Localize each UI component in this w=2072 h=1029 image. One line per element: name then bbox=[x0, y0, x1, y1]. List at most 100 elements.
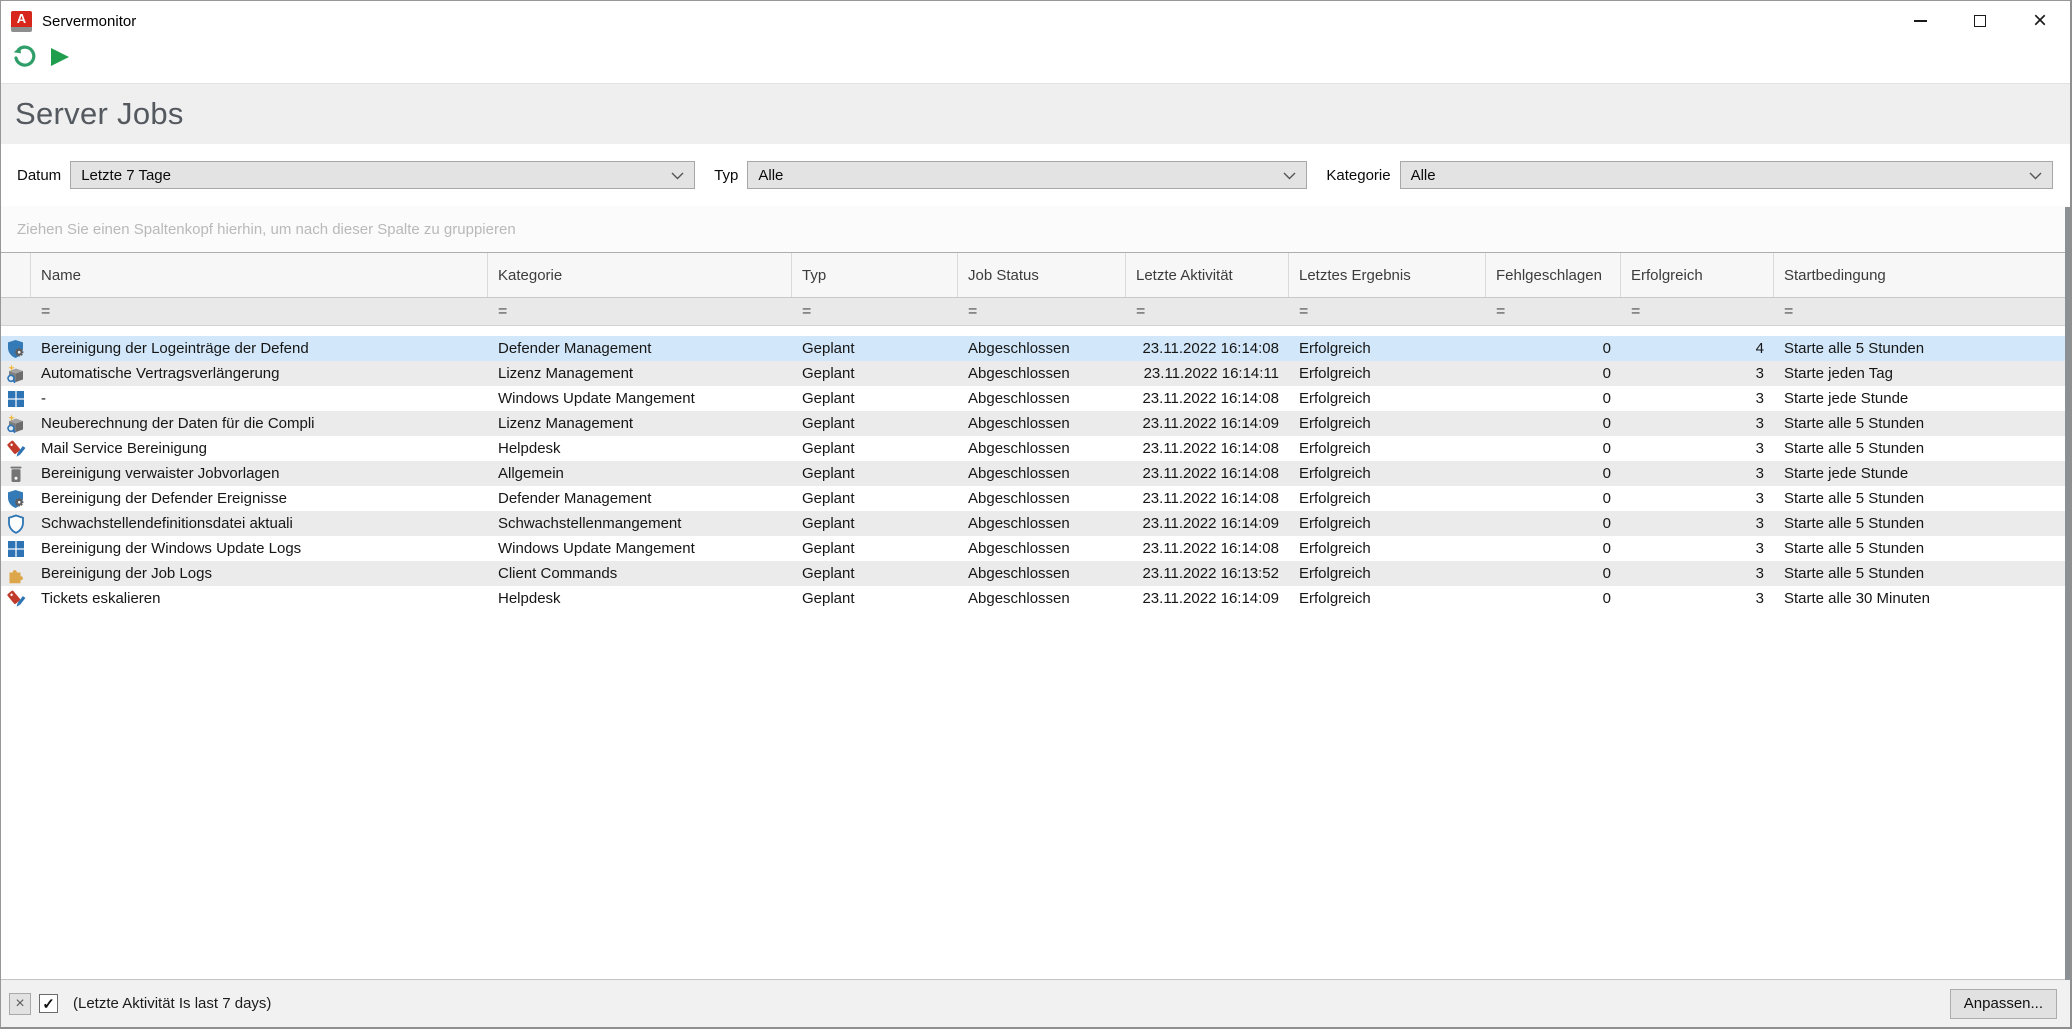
shield-gear-icon bbox=[6, 489, 26, 509]
filter-equals-icon[interactable]: = bbox=[1631, 303, 1640, 321]
filter-equals-icon[interactable]: = bbox=[802, 303, 811, 321]
cell-startbedingung: Starte alle 5 Stunden bbox=[1774, 561, 2067, 586]
cell-letzte_aktivitaet: 23.11.2022 16:14:08 bbox=[1126, 461, 1289, 486]
remove-filter-button[interactable]: × bbox=[9, 993, 31, 1015]
filter-equals-icon[interactable]: = bbox=[41, 303, 50, 321]
filter-cell-startbedingung[interactable]: = bbox=[1774, 298, 2067, 325]
cell-startbedingung: Starte alle 5 Stunden bbox=[1774, 536, 2067, 561]
vertical-scrollbar[interactable] bbox=[2065, 207, 2070, 980]
filter-bar: Datum Letzte 7 Tage Typ Alle Kategorie A… bbox=[1, 144, 2070, 206]
cell-letztes_ergebnis: Erfolgreich bbox=[1289, 486, 1486, 511]
cell-letztes_ergebnis: Erfolgreich bbox=[1289, 336, 1486, 361]
cell-kategorie: Lizenz Management bbox=[488, 361, 792, 386]
table-row[interactable]: Bereinigung der Windows Update LogsWindo… bbox=[1, 536, 2067, 561]
group-by-bar[interactable]: Ziehen Sie einen Spaltenkopf hierhin, um… bbox=[1, 206, 2070, 253]
kategorie-select[interactable]: Alle bbox=[1400, 161, 2053, 189]
kategorie-select-value: Alle bbox=[1411, 167, 1436, 184]
cell-fehlgeschlagen: 0 bbox=[1486, 436, 1621, 461]
table-row[interactable]: Bereinigung verwaister JobvorlagenAllgem… bbox=[1, 461, 2067, 486]
table-header-row: NameKategorieTypJob StatusLetzte Aktivit… bbox=[1, 253, 2067, 298]
column-header-letztes_ergebnis[interactable]: Letztes Ergebnis bbox=[1289, 253, 1486, 297]
cell-fehlgeschlagen: 0 bbox=[1486, 536, 1621, 561]
maximize-button[interactable] bbox=[1950, 1, 2010, 41]
cell-kategorie: Windows Update Mangement bbox=[488, 386, 792, 411]
cell-startbedingung: Starte alle 5 Stunden bbox=[1774, 486, 2067, 511]
filter-equals-icon[interactable]: = bbox=[968, 303, 977, 321]
column-header-kategorie[interactable]: Kategorie bbox=[488, 253, 792, 297]
run-button[interactable] bbox=[45, 45, 73, 73]
empty-area bbox=[1, 611, 2070, 979]
filter-cell-erfolgreich[interactable]: = bbox=[1621, 298, 1774, 325]
column-header-typ[interactable]: Typ bbox=[792, 253, 958, 297]
table-row[interactable]: Mail Service BereinigungHelpdeskGeplantA… bbox=[1, 436, 2067, 461]
table-row[interactable]: Schwachstellendefinitionsdatei aktualiSc… bbox=[1, 511, 2067, 536]
table-row[interactable]: Tickets eskalierenHelpdeskGeplantAbgesch… bbox=[1, 586, 2067, 611]
cell-name: Bereinigung der Logeinträge der Defend bbox=[31, 336, 488, 361]
filter-cell-kategorie[interactable]: = bbox=[488, 298, 792, 325]
filter-equals-icon[interactable]: = bbox=[1299, 303, 1308, 321]
cell-erfolgreich: 3 bbox=[1621, 361, 1774, 386]
filter-equals-icon[interactable]: = bbox=[1496, 303, 1505, 321]
refresh-button[interactable] bbox=[9, 45, 37, 73]
filter-cell-letztes_ergebnis[interactable]: = bbox=[1289, 298, 1486, 325]
close-icon: × bbox=[2033, 11, 2047, 31]
typ-select[interactable]: Alle bbox=[747, 161, 1307, 189]
cell-fehlgeschlagen: 0 bbox=[1486, 461, 1621, 486]
cell-letztes_ergebnis: Erfolgreich bbox=[1289, 536, 1486, 561]
column-header-fehlgeschlagen[interactable]: Fehlgeschlagen bbox=[1486, 253, 1621, 297]
cell-letzte_aktivitaet: 23.11.2022 16:14:08 bbox=[1126, 386, 1289, 411]
column-header-job_status[interactable]: Job Status bbox=[958, 253, 1126, 297]
cell-kategorie: Helpdesk bbox=[488, 586, 792, 611]
table-row[interactable]: Neuberechnung der Daten für die CompliLi… bbox=[1, 411, 2067, 436]
filter-equals-icon[interactable]: = bbox=[1784, 303, 1793, 321]
filter-cell-fehlgeschlagen[interactable]: = bbox=[1486, 298, 1621, 325]
filter-cell-job_status[interactable]: = bbox=[958, 298, 1126, 325]
minimize-button[interactable] bbox=[1890, 1, 1950, 41]
cell-typ: Geplant bbox=[792, 561, 958, 586]
typ-label: Typ bbox=[714, 167, 738, 184]
cell-erfolgreich: 3 bbox=[1621, 486, 1774, 511]
tag-pencil-icon bbox=[6, 439, 26, 459]
close-button[interactable]: × bbox=[2010, 1, 2070, 41]
filter-cell-typ[interactable]: = bbox=[792, 298, 958, 325]
cell-fehlgeschlagen: 0 bbox=[1486, 586, 1621, 611]
column-header-erfolgreich[interactable]: Erfolgreich bbox=[1621, 253, 1774, 297]
filter-equals-icon[interactable]: = bbox=[498, 303, 507, 321]
table-row[interactable]: Bereinigung der Job LogsClient CommandsG… bbox=[1, 561, 2067, 586]
datum-select[interactable]: Letzte 7 Tage bbox=[70, 161, 695, 189]
cell-name: Bereinigung der Windows Update Logs bbox=[31, 536, 488, 561]
cell-kategorie: Defender Management bbox=[488, 486, 792, 511]
filter-cell-name[interactable]: = bbox=[31, 298, 488, 325]
maximize-icon bbox=[1974, 15, 1986, 27]
table-row[interactable]: -Windows Update MangementGeplantAbgeschl… bbox=[1, 386, 2067, 411]
titlebar: A Servermonitor × bbox=[1, 1, 2070, 41]
cell-fehlgeschlagen: 0 bbox=[1486, 336, 1621, 361]
column-header-letzte_aktivitaet[interactable]: Letzte Aktivität bbox=[1126, 253, 1289, 297]
filter-enabled-checkbox[interactable]: ✓ bbox=[39, 994, 58, 1013]
cell-icon bbox=[1, 336, 31, 361]
table-row[interactable]: Bereinigung der Logeinträge der DefendDe… bbox=[1, 336, 2067, 361]
cell-job_status: Abgeschlossen bbox=[958, 411, 1126, 436]
cell-name: Bereinigung der Defender Ereignisse bbox=[31, 486, 488, 511]
cell-kategorie: Windows Update Mangement bbox=[488, 536, 792, 561]
filter-equals-icon[interactable]: = bbox=[1136, 303, 1145, 321]
cell-letzte_aktivitaet: 23.11.2022 16:14:09 bbox=[1126, 411, 1289, 436]
play-icon bbox=[47, 45, 71, 74]
datum-label: Datum bbox=[17, 167, 61, 184]
table-row[interactable]: Automatische VertragsverlängerungLizenz … bbox=[1, 361, 2067, 386]
cell-typ: Geplant bbox=[792, 586, 958, 611]
customize-button[interactable]: Anpassen... bbox=[1950, 989, 2057, 1019]
filter-cell-letzte_aktivitaet[interactable]: = bbox=[1126, 298, 1289, 325]
cell-typ: Geplant bbox=[792, 361, 958, 386]
table-row[interactable]: Bereinigung der Defender EreignisseDefen… bbox=[1, 486, 2067, 511]
column-header-name[interactable]: Name bbox=[31, 253, 488, 297]
column-header-startbedingung[interactable]: Startbedingung bbox=[1774, 253, 2067, 297]
chevron-down-icon bbox=[1283, 167, 1296, 184]
table-body: Bereinigung der Logeinträge der Defend De… bbox=[1, 336, 2067, 611]
app-icon: A bbox=[11, 11, 32, 32]
status-bar: × ✓ (Letzte Aktivität Is last 7 days) An… bbox=[1, 979, 2070, 1027]
minimize-icon bbox=[1914, 20, 1927, 22]
cell-fehlgeschlagen: 0 bbox=[1486, 411, 1621, 436]
toolbar bbox=[1, 41, 2070, 77]
window-controls: × bbox=[1890, 1, 2070, 41]
